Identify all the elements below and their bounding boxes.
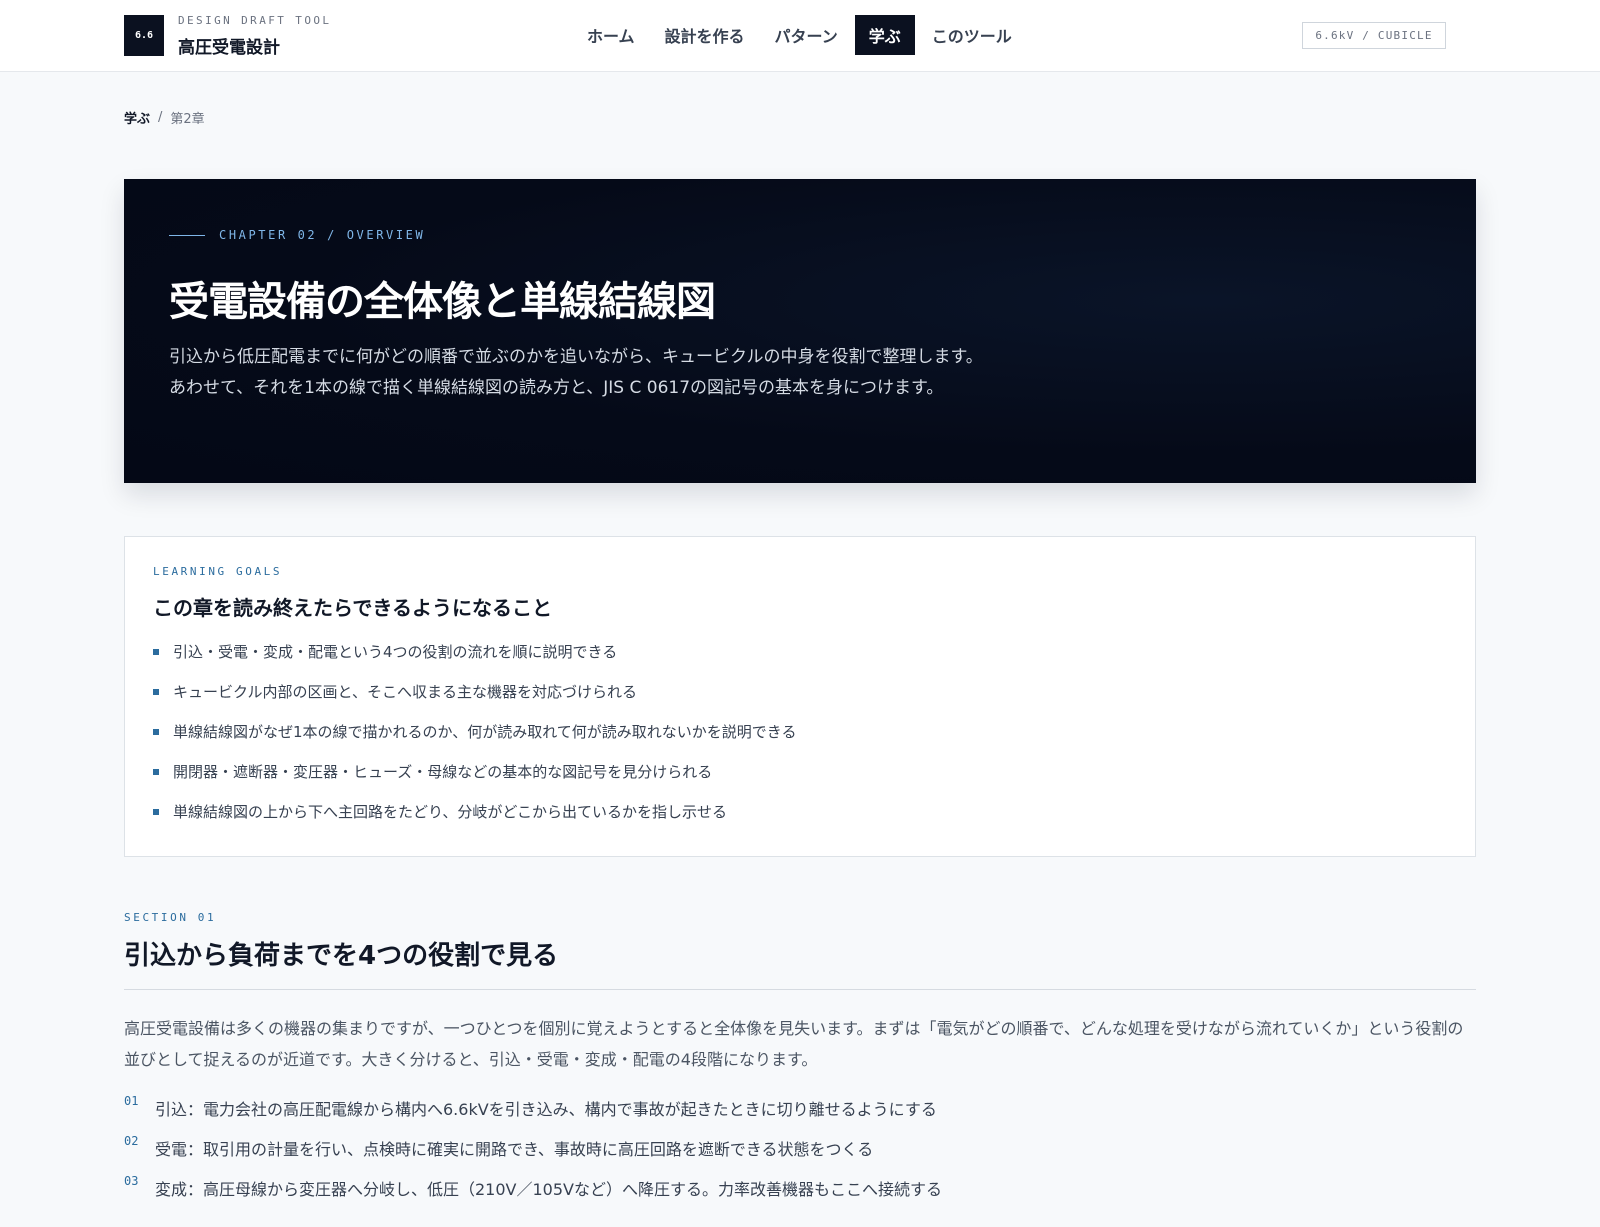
breadcrumb-separator: /: [158, 110, 163, 125]
section-divider: [124, 989, 1476, 990]
hero-description: 引込から低圧配電までに何がどの順番で並ぶのかを追いながら、キュービクルの中身を役…: [169, 347, 983, 398]
logo-mark[interactable]: 6.6: [124, 15, 164, 56]
breadcrumb-current: 第2章: [170, 112, 205, 127]
nav-design[interactable]: 設計を作る: [650, 15, 760, 55]
section-body: 高圧受電設備は多くの機器の集まりですが、一つひとつを個別に覚えようとすると全体像…: [124, 1019, 1464, 1069]
hero-eyebrow-text: CHAPTER 02 / OVERVIEW: [219, 228, 426, 242]
goal-text: 開閉器・遮断器・変圧器・ヒューズ・母線などの基本的な図記号を見分けられる: [173, 763, 713, 781]
step-number: 01: [124, 1094, 139, 1108]
section-eyebrow: SECTION 01: [124, 911, 217, 924]
goals-title: この章を読み終えたらできるようになること: [153, 596, 552, 620]
page-title: 受電設備の全体像と単線結線図: [169, 279, 716, 325]
nav-home[interactable]: ホーム: [572, 15, 650, 55]
square-bullet-icon: [153, 769, 159, 775]
version-badge: 6.6kV / CUBICLE: [1302, 22, 1446, 49]
goal-text: 単線結線図の上から下へ主回路をたどり、分岐がどこから出ているかを指し示せる: [173, 803, 727, 821]
nav-patterns[interactable]: パターン: [760, 15, 853, 55]
nav-learn[interactable]: 学ぶ: [854, 15, 915, 55]
square-bullet-icon: [153, 649, 159, 655]
list-item: 単線結線図の上から下へ主回路をたどり、分岐がどこから出ているかを指し示せる: [153, 801, 797, 841]
main-nav: ホーム 設計を作る パターン 学ぶ このツール: [572, 15, 1027, 55]
goal-text: キュービクル内部の区画と、そこへ収まる主な機器を対応づけられる: [173, 683, 637, 701]
step-text: 引込：電力会社の高圧配電線から構内へ6.6kVを引き込み、構内で事故が起きたとき…: [155, 1100, 937, 1119]
list-item: 単線結線図がなぜ1本の線で描かれるのか、何が読み取れて何が読み取れないかを説明で…: [153, 721, 797, 761]
list-item: 03 変成：高圧母線から変圧器へ分岐し、低圧（210V／105Vなど）へ降圧する。…: [124, 1174, 942, 1216]
list-item: キュービクル内部の区画と、そこへ収まる主な機器を対応づけられる: [153, 681, 797, 721]
goals-list: 引込・受電・変成・配電という4つの役割の流れを順に説明できる キュービクル内部の…: [153, 641, 797, 841]
brand-title[interactable]: 高圧受電設計: [178, 33, 280, 58]
chapter-hero: CHAPTER 02 / OVERVIEW 受電設備の全体像と単線結線図 引込か…: [124, 179, 1476, 483]
nav-about[interactable]: このツール: [917, 15, 1027, 55]
role-steps-list: 01 引込：電力会社の高圧配電線から構内へ6.6kVを引き込み、構内で事故が起きた…: [124, 1094, 942, 1216]
step-number: 02: [124, 1134, 139, 1148]
goals-eyebrow: LEARNING GOALS: [153, 565, 283, 578]
list-item: 引込・受電・変成・配電という4つの役割の流れを順に説明できる: [153, 641, 797, 681]
breadcrumb-parent[interactable]: 学ぶ: [124, 108, 150, 127]
square-bullet-icon: [153, 809, 159, 815]
step-text: 変成：高圧母線から変圧器へ分岐し、低圧（210V／105Vなど）へ降圧する。力率…: [155, 1180, 942, 1199]
goal-text: 単線結線図がなぜ1本の線で描かれるのか、何が読み取れて何が読み取れないかを説明で…: [173, 723, 797, 741]
list-item: 開閉器・遮断器・変圧器・ヒューズ・母線などの基本的な図記号を見分けられる: [153, 761, 797, 801]
learning-goals-card: LEARNING GOALS この章を読み終えたらできるようになること 引込・受…: [124, 536, 1476, 857]
step-text: 受電：取引用の計量を行い、点検時に確実に開路でき、事故時に高圧回路を遮断できる状…: [155, 1140, 874, 1159]
square-bullet-icon: [153, 689, 159, 695]
goal-text: 引込・受電・変成・配電という4つの役割の流れを順に説明できる: [173, 643, 618, 661]
list-item: 02 受電：取引用の計量を行い、点検時に確実に開路でき、事故時に高圧回路を遮断でき…: [124, 1134, 942, 1176]
list-item: 01 引込：電力会社の高圧配電線から構内へ6.6kVを引き込み、構内で事故が起きた…: [124, 1094, 942, 1136]
section-title: 引込から負荷までを4つの役割で見る: [124, 941, 559, 971]
hero-eyebrow: CHAPTER 02 / OVERVIEW: [169, 228, 425, 242]
square-bullet-icon: [153, 729, 159, 735]
breadcrumb: 学ぶ / 第2章: [124, 108, 205, 127]
top-header: 6.6 DESIGN DRAFT TOOL 高圧受電設計 ホーム 設計を作る パ…: [0, 0, 1600, 72]
eyebrow-rule: [169, 234, 205, 236]
brand-subtitle: DESIGN DRAFT TOOL: [178, 14, 332, 27]
step-number: 03: [124, 1174, 139, 1188]
